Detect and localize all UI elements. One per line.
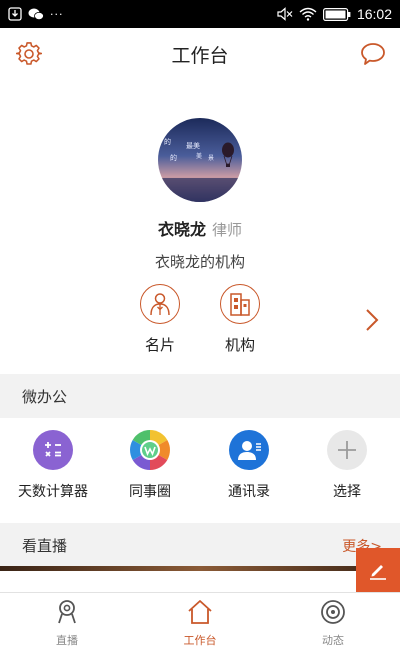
home-icon <box>188 600 212 624</box>
section-title: 看直播 <box>22 536 68 555</box>
chevron-right-icon[interactable] <box>364 308 380 332</box>
institution-label: 机构 <box>224 336 255 354</box>
business-card-label: 名片 <box>144 336 175 354</box>
avatar-image: 的 最美 的 美 景 <box>158 118 242 202</box>
status-time: 16:02 <box>356 6 392 22</box>
avatar-caption: 最美 <box>186 141 200 150</box>
settings-gear-icon[interactable] <box>16 41 42 67</box>
nav-label: 工作台 <box>183 634 217 647</box>
nav-label: 动态 <box>322 634 344 647</box>
status-left: ··· <box>8 7 64 21</box>
contacts-app[interactable]: 通讯录 <box>201 430 297 501</box>
bottom-nav: 直播 工作台 动态 <box>0 592 400 650</box>
profile-name-row: 衣晓龙 律师 <box>0 216 400 240</box>
status-right: 16:02 <box>277 6 392 22</box>
select-app-button[interactable]: 选择 <box>299 430 395 501</box>
header: 工作台 <box>0 28 400 80</box>
contacts-icon <box>229 430 269 470</box>
more-notifications: ··· <box>50 7 64 21</box>
app-label: 天数计算器 <box>18 484 88 500</box>
edit-fab-button[interactable] <box>356 548 400 592</box>
section-title: 微办公 <box>22 387 68 406</box>
battery-icon <box>322 7 351 21</box>
colleague-circle-icon <box>130 430 170 470</box>
live-icon <box>58 600 76 624</box>
profile-role: 律师 <box>212 221 243 239</box>
download-notification-icon <box>8 7 22 21</box>
colleague-circle-app[interactable]: 同事圈 <box>102 430 198 501</box>
person-card-icon <box>140 284 180 324</box>
live-banner-preview[interactable] <box>0 566 400 571</box>
calculator-icon <box>33 430 73 470</box>
page-title: 工作台 <box>171 44 229 67</box>
avatar-caption: 的 <box>164 137 171 146</box>
micro-office-header: 微办公 <box>0 374 400 418</box>
message-bubble-icon[interactable] <box>360 41 386 67</box>
nav-dynamics[interactable]: 动态 <box>288 599 378 648</box>
mute-icon <box>277 7 293 21</box>
app-label: 同事圈 <box>129 484 171 500</box>
nav-workbench[interactable]: 工作台 <box>155 599 245 648</box>
target-icon <box>321 600 345 624</box>
app-label: 通讯录 <box>228 484 270 500</box>
nav-live[interactable]: 直播 <box>22 599 112 648</box>
nav-label: 直播 <box>56 634 78 647</box>
avatar[interactable]: 的 最美 的 美 景 <box>158 118 242 202</box>
avatar-caption: 美 <box>196 152 202 160</box>
day-calculator-app[interactable]: 天数计算器 <box>5 430 101 501</box>
app-label: 选择 <box>333 484 361 500</box>
status-bar: ··· 16:02 <box>0 0 400 28</box>
avatar-caption: 景 <box>208 155 214 162</box>
profile-org: 衣晓龙的机构 <box>154 253 245 271</box>
business-card-button[interactable]: 名片 <box>130 284 190 355</box>
pencil-icon <box>370 565 386 580</box>
screen: ··· 16:02 工作台 的 最美 的 美 景 衣晓龙 律师 衣晓龙的机构 名… <box>0 0 400 650</box>
wechat-icon <box>28 8 44 20</box>
institution-button[interactable]: 机构 <box>210 284 270 355</box>
building-icon <box>220 284 260 324</box>
plus-icon <box>327 430 367 470</box>
live-header: 看直播 更多> <box>0 523 400 567</box>
profile-name: 衣晓龙 <box>157 220 206 239</box>
avatar-caption: 的 <box>170 153 177 162</box>
wifi-icon <box>299 7 317 21</box>
